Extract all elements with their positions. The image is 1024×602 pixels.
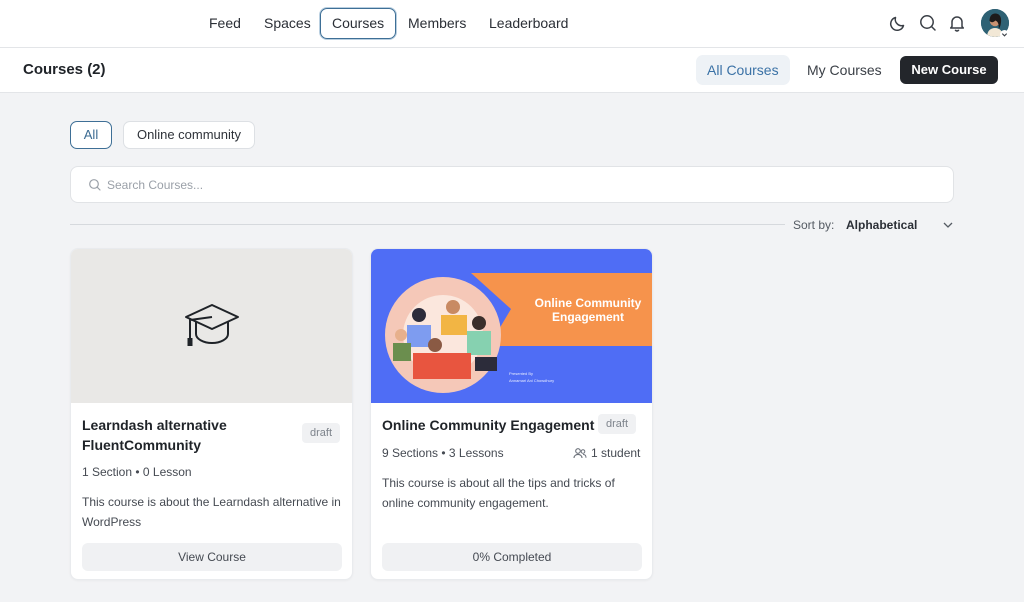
search-box xyxy=(70,166,954,203)
cover-presenter-label: Presented By xyxy=(509,371,534,376)
users-icon xyxy=(573,448,587,459)
tab-all-courses[interactable]: All Courses xyxy=(696,55,790,85)
view-course-button[interactable]: View Course xyxy=(82,543,342,571)
nav-courses[interactable]: Courses xyxy=(320,8,397,39)
course-description: This course is about the Learndash alter… xyxy=(82,495,341,529)
chevron-down-icon[interactable] xyxy=(1000,30,1009,39)
top-navigation: Feed Spaces Courses Members Leaderboard xyxy=(0,0,1024,48)
search-courses-input[interactable] xyxy=(107,175,927,195)
status-badge: draft xyxy=(598,414,637,434)
cover-presenter: Annamari Ani Chowdhury xyxy=(509,378,555,383)
filter-chip-online-community[interactable]: Online community xyxy=(123,121,255,149)
chevron-down-icon[interactable] xyxy=(942,220,954,230)
course-card[interactable]: Online Community Engagement Presented By… xyxy=(370,248,653,580)
nav-feed[interactable]: Feed xyxy=(197,8,253,39)
course-thumbnail: Online Community Engagement Presented By… xyxy=(371,249,652,403)
student-count: 1 student xyxy=(591,446,641,460)
course-meta: 1 Section • 0 Lesson xyxy=(82,465,192,479)
bell-icon[interactable] xyxy=(947,13,967,33)
page-header: Courses (2) All Courses My Courses New C… xyxy=(0,48,1024,93)
nav-spaces[interactable]: Spaces xyxy=(252,8,323,39)
cover-title: Online Community Engagement xyxy=(534,296,642,324)
new-course-button[interactable]: New Course xyxy=(900,56,998,84)
filter-chip-all[interactable]: All xyxy=(70,121,112,149)
course-description: This course is about all the tips and tr… xyxy=(382,476,615,510)
moon-icon[interactable] xyxy=(888,13,908,33)
divider xyxy=(70,224,785,225)
status-badge: draft xyxy=(302,423,341,443)
course-title[interactable]: Online Community Engagement xyxy=(382,415,597,435)
search-icon xyxy=(89,179,101,191)
search-icon[interactable] xyxy=(918,13,938,33)
sort-select[interactable]: Alphabetical xyxy=(846,218,917,232)
graduation-cap-icon xyxy=(185,304,239,346)
nav-members[interactable]: Members xyxy=(396,8,478,39)
course-meta: 9 Sections • 3 Lessons xyxy=(382,446,504,460)
course-card[interactable]: Learndash alternative FluentCommunity dr… xyxy=(70,248,353,580)
page-title: Courses (2) xyxy=(23,61,106,78)
sort-label: Sort by: xyxy=(793,218,835,232)
nav-leaderboard[interactable]: Leaderboard xyxy=(477,8,580,39)
course-thumbnail xyxy=(71,249,352,403)
tab-my-courses[interactable]: My Courses xyxy=(797,55,892,85)
progress-button[interactable]: 0% Completed xyxy=(382,543,642,571)
course-title[interactable]: Learndash alternative FluentCommunity xyxy=(82,415,292,455)
